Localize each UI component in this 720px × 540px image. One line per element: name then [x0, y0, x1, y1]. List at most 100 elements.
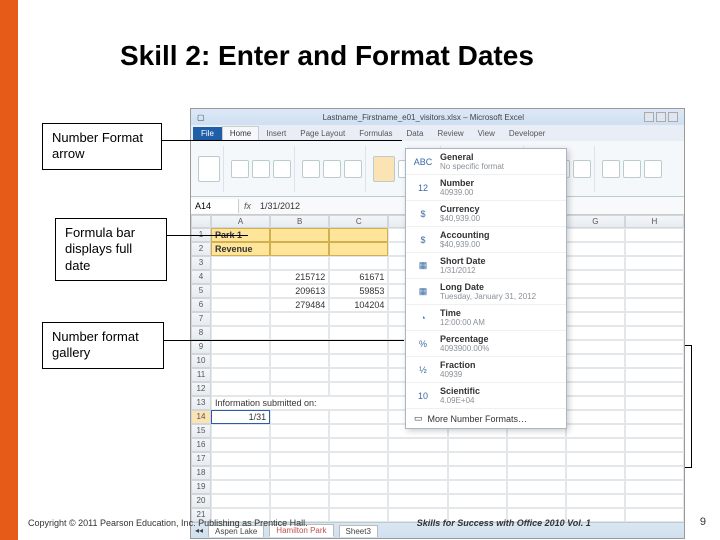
cell[interactable] — [211, 424, 270, 438]
cell[interactable] — [270, 326, 329, 340]
cell[interactable] — [625, 494, 684, 508]
cell[interactable] — [625, 480, 684, 494]
cell[interactable] — [211, 312, 270, 326]
cell[interactable] — [211, 256, 270, 270]
cell[interactable] — [566, 480, 625, 494]
row-header[interactable]: 5 — [191, 284, 211, 298]
cell[interactable] — [211, 452, 270, 466]
row-header[interactable]: 15 — [191, 424, 211, 438]
cell[interactable] — [566, 312, 625, 326]
cell[interactable] — [211, 354, 270, 368]
cell[interactable] — [566, 396, 625, 410]
cell[interactable] — [566, 270, 625, 284]
cell[interactable] — [329, 494, 388, 508]
cell[interactable] — [566, 298, 625, 312]
tab-page-layout[interactable]: Page Layout — [293, 127, 352, 140]
cell[interactable] — [329, 368, 388, 382]
cell[interactable] — [211, 270, 270, 284]
cell[interactable] — [211, 284, 270, 298]
cell[interactable] — [625, 242, 684, 256]
cell[interactable] — [566, 242, 625, 256]
cell[interactable] — [625, 270, 684, 284]
cell[interactable] — [329, 312, 388, 326]
cell[interactable] — [270, 312, 329, 326]
active-cell[interactable]: 1/31 — [211, 410, 270, 424]
row-header[interactable]: 16 — [191, 438, 211, 452]
cell[interactable]: 209613 — [270, 284, 329, 298]
row-header[interactable]: 6 — [191, 298, 211, 312]
cell[interactable] — [329, 340, 388, 354]
row-header[interactable]: 18 — [191, 466, 211, 480]
italic-icon[interactable] — [252, 160, 270, 178]
cell[interactable] — [270, 438, 329, 452]
col-header[interactable]: H — [625, 215, 684, 228]
cell[interactable] — [566, 284, 625, 298]
minimize-button[interactable] — [644, 112, 654, 122]
find-select-icon[interactable] — [644, 160, 662, 178]
cell[interactable] — [625, 396, 684, 410]
cell[interactable] — [329, 382, 388, 396]
formula-value[interactable]: 1/31/2012 — [256, 201, 300, 211]
tab-home[interactable]: Home — [222, 126, 259, 140]
cell[interactable] — [566, 382, 625, 396]
cell[interactable] — [388, 438, 447, 452]
cell[interactable] — [270, 368, 329, 382]
cell[interactable] — [270, 466, 329, 480]
number-format-dropdown[interactable] — [373, 156, 395, 182]
cell[interactable]: Information submitted on: — [211, 396, 388, 410]
cell[interactable] — [270, 340, 329, 354]
cell[interactable] — [211, 298, 270, 312]
row-header[interactable]: 14 — [191, 410, 211, 424]
cell[interactable]: 104204 — [329, 298, 388, 312]
cell[interactable] — [270, 242, 329, 256]
tab-developer[interactable]: Developer — [502, 127, 552, 140]
cell[interactable] — [329, 452, 388, 466]
cell[interactable] — [625, 312, 684, 326]
cell[interactable] — [448, 452, 507, 466]
format-option-long-date[interactable]: ▦ Long DateTuesday, January 31, 2012 — [406, 279, 566, 305]
cell[interactable] — [566, 466, 625, 480]
cell[interactable] — [566, 452, 625, 466]
row-header[interactable]: 2 — [191, 242, 211, 256]
format-option-percentage[interactable]: % Percentage4093900.00% — [406, 331, 566, 357]
col-header[interactable]: C — [329, 215, 388, 228]
maximize-button[interactable] — [656, 112, 666, 122]
tab-view[interactable]: View — [471, 127, 502, 140]
cell[interactable] — [388, 452, 447, 466]
cell[interactable] — [329, 424, 388, 438]
close-button[interactable] — [668, 112, 678, 122]
cell[interactable] — [625, 466, 684, 480]
cell[interactable] — [388, 466, 447, 480]
cell[interactable] — [211, 438, 270, 452]
cell[interactable] — [625, 438, 684, 452]
cell[interactable] — [625, 298, 684, 312]
cell[interactable] — [507, 438, 566, 452]
row-header[interactable]: 20 — [191, 494, 211, 508]
cell[interactable] — [625, 284, 684, 298]
cell[interactable] — [566, 326, 625, 340]
paste-icon[interactable] — [198, 156, 220, 182]
row-header[interactable]: 8 — [191, 326, 211, 340]
cell[interactable] — [211, 494, 270, 508]
cell[interactable] — [329, 410, 388, 424]
fx-icon[interactable]: fx — [239, 201, 256, 211]
bold-icon[interactable] — [231, 160, 249, 178]
cell[interactable] — [448, 494, 507, 508]
cell[interactable] — [448, 480, 507, 494]
format-icon[interactable] — [573, 160, 591, 178]
cell[interactable]: 279484 — [270, 298, 329, 312]
cell[interactable] — [329, 242, 388, 256]
cell[interactable] — [329, 480, 388, 494]
cell[interactable] — [507, 494, 566, 508]
cell[interactable] — [270, 452, 329, 466]
col-header[interactable]: A — [211, 215, 270, 228]
cell[interactable] — [270, 354, 329, 368]
cell[interactable] — [329, 438, 388, 452]
cell[interactable] — [566, 354, 625, 368]
cell[interactable] — [270, 228, 329, 242]
cell[interactable] — [566, 340, 625, 354]
tab-file[interactable]: File — [193, 127, 222, 140]
cell[interactable] — [270, 480, 329, 494]
row-header[interactable]: 4 — [191, 270, 211, 284]
cell[interactable] — [507, 480, 566, 494]
